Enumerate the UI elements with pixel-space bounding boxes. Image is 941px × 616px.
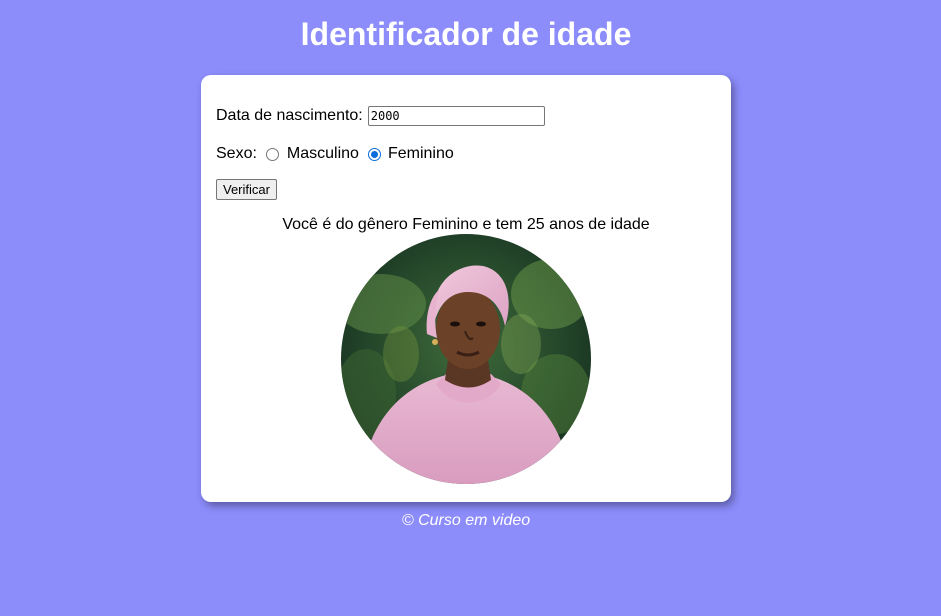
footer-copyright: © Curso em video (401, 512, 531, 529)
radio-masculino-label[interactable]: Masculino (287, 145, 359, 163)
radio-feminino[interactable] (367, 147, 381, 161)
birth-year-input[interactable] (367, 106, 545, 126)
sex-label: Sexo: (216, 145, 257, 162)
button-row: Verificar (216, 179, 277, 200)
result-text: Você é do gênero Feminino e tem 25 anos … (282, 216, 650, 233)
form-card: Data de nascimento: Sexo: Masculino Femi… (201, 75, 731, 502)
birth-row: Data de nascimento: (216, 105, 545, 127)
radio-masculino[interactable] (265, 147, 279, 161)
verify-button[interactable]: Verificar (216, 179, 277, 200)
radio-feminino-label[interactable]: Feminino (388, 145, 454, 163)
page-title: Identificador de idade (300, 16, 632, 52)
birth-label: Data de nascimento: (216, 107, 363, 124)
sex-row: Sexo: Masculino Feminino (216, 143, 454, 165)
woman-portrait-image (341, 234, 591, 484)
